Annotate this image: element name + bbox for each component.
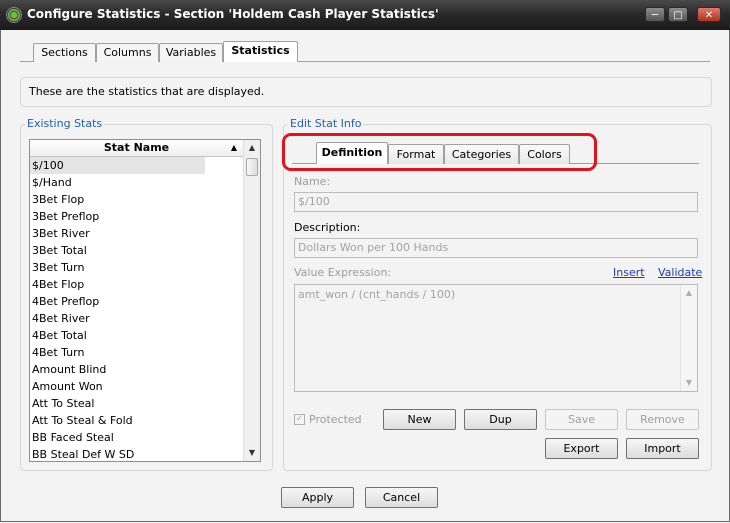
list-item[interactable]: BB Steal Def W SD [30, 446, 243, 461]
stat-name-header-label: Stat Name [103, 141, 170, 154]
close-button[interactable]: ✕ [697, 7, 721, 22]
list-item[interactable]: 3Bet Flop [30, 191, 243, 208]
title-bar[interactable]: Configure Statistics - Section 'Holdem C… [0, 0, 730, 30]
checkmark-icon: ✓ [295, 414, 304, 424]
cancel-button[interactable]: Cancel [365, 487, 438, 508]
existing-stats-list[interactable]: Stat Name ▲ $/100 $/Hand 3Bet Flop 3Bet Pre… [29, 139, 261, 462]
import-button[interactable]: Import [626, 438, 699, 459]
list-item[interactable]: Amount Blind [30, 361, 243, 378]
list-item[interactable]: Att To Steal & Fold [30, 412, 243, 429]
new-button[interactable]: New [383, 409, 456, 430]
list-item[interactable]: $/Hand [30, 174, 243, 191]
tab-columns[interactable]: Columns [96, 43, 159, 62]
description-field[interactable]: Dollars Won per 100 Hands [294, 238, 698, 258]
list-item[interactable]: 4Bet River [30, 310, 243, 327]
maximize-icon: □ [673, 10, 683, 21]
name-label: Name: [294, 175, 331, 188]
list-item[interactable]: Att To Steal [30, 395, 243, 412]
tabs-highlight-annotation [282, 133, 597, 171]
value-expression-text: amt_won / (cnt_hands / 100) [298, 288, 456, 301]
list-item[interactable]: 4Bet Preflop [30, 293, 243, 310]
list-item[interactable]: BB Faced Steal [30, 429, 243, 446]
remove-button[interactable]: Remove [626, 409, 699, 430]
minimize-button[interactable]: ─ [645, 7, 665, 22]
close-icon: ✕ [704, 10, 714, 21]
scroll-up-icon[interactable]: ▲ [244, 140, 260, 156]
stat-name-column-header[interactable]: Stat Name ▲ [30, 140, 243, 157]
app-icon [6, 7, 22, 23]
expression-scroll-up-icon[interactable]: ▲ [681, 285, 697, 301]
info-text: These are the statistics that are displa… [29, 85, 265, 98]
configure-statistics-window: Configure Statistics - Section 'Holdem C… [0, 0, 730, 523]
minimize-icon: ─ [651, 10, 659, 21]
list-item[interactable]: 3Bet Turn [30, 259, 243, 276]
list-item[interactable]: 3Bet Total [30, 242, 243, 259]
list-item[interactable]: 4Bet Total [30, 327, 243, 344]
tab-sections[interactable]: Sections [33, 43, 96, 62]
list-item[interactable]: Amount Won [30, 378, 243, 395]
value-expression-field[interactable]: amt_won / (cnt_hands / 100) ▲ ▼ [294, 284, 698, 392]
window-title: Configure Statistics - Section 'Holdem C… [27, 7, 439, 21]
list-item[interactable]: 3Bet River [30, 225, 243, 242]
expression-scrollbar[interactable]: ▲ ▼ [680, 285, 697, 391]
value-expression-label: Value Expression: [294, 266, 392, 279]
scroll-thumb[interactable] [246, 158, 258, 176]
insert-link[interactable]: Insert [613, 266, 645, 279]
expression-scroll-down-icon[interactable]: ▼ [681, 375, 697, 391]
validate-link[interactable]: Validate [658, 266, 702, 279]
name-field[interactable]: $/100 [294, 192, 698, 212]
tab-statistics[interactable]: Statistics [223, 41, 298, 62]
list-item[interactable]: $/100 [30, 157, 205, 174]
maximize-button[interactable]: □ [668, 7, 688, 22]
sort-ascending-icon: ▲ [230, 143, 237, 152]
scroll-down-icon[interactable]: ▼ [244, 445, 260, 461]
tab-variables[interactable]: Variables [159, 43, 223, 62]
list-item[interactable]: 4Bet Flop [30, 276, 243, 293]
protected-checkbox[interactable]: ✓ [294, 414, 305, 425]
apply-button[interactable]: Apply [281, 487, 354, 508]
save-button[interactable]: Save [545, 409, 618, 430]
description-label: Description: [294, 221, 361, 234]
edit-stat-info-label: Edit Stat Info [288, 117, 364, 130]
protected-label: Protected [309, 413, 362, 426]
export-button[interactable]: Export [545, 438, 618, 459]
existing-stats-label: Existing Stats [25, 117, 105, 130]
list-item[interactable]: 3Bet Preflop [30, 208, 243, 225]
list-item[interactable]: 4Bet Turn [30, 344, 243, 361]
stat-list-items: $/100 $/Hand 3Bet Flop 3Bet Preflop 3Bet Riv… [30, 157, 243, 461]
dup-button[interactable]: Dup [464, 409, 537, 430]
stat-list-scrollbar[interactable]: ▲ ▼ [243, 140, 260, 461]
info-panel: These are the statistics that are displa… [20, 77, 712, 107]
